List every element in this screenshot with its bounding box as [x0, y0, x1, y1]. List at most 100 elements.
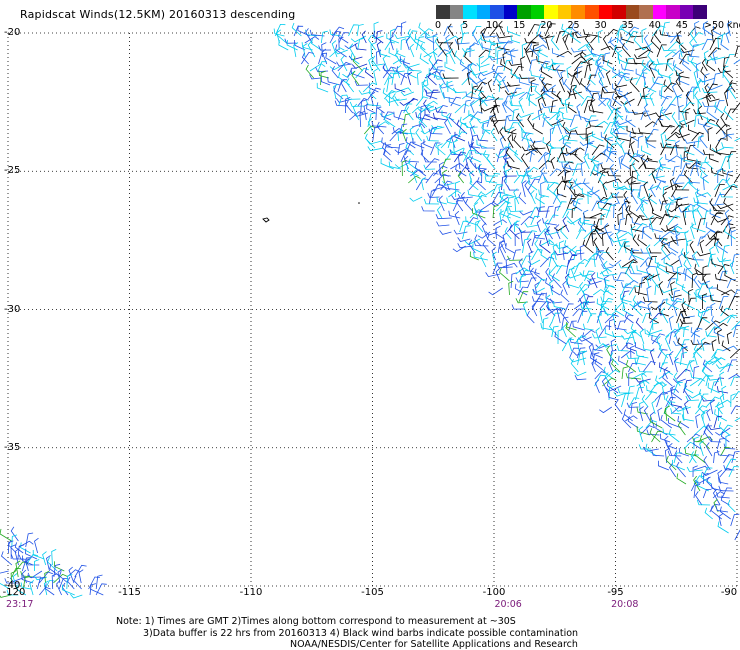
wind-barb	[529, 59, 537, 72]
wind-barb	[482, 239, 490, 254]
wind-barb	[671, 178, 685, 184]
wind-barb	[628, 184, 641, 191]
wind-barb	[453, 229, 468, 235]
wind-barb	[641, 394, 649, 408]
wind-barb	[709, 55, 726, 61]
wind-barb	[664, 334, 672, 352]
wind-barb	[730, 405, 740, 415]
wind-barb	[706, 408, 711, 422]
wind-barb	[363, 103, 369, 121]
wind-barb	[719, 371, 725, 387]
wind-barb	[495, 153, 509, 159]
wind-barb	[641, 145, 652, 156]
wind-barb	[539, 240, 551, 254]
wind-barb	[511, 304, 525, 310]
wind-barb	[504, 114, 512, 128]
wind-barb	[540, 167, 549, 184]
wind-barb	[404, 155, 409, 170]
wind-barb	[444, 118, 451, 135]
wind-barb	[660, 106, 671, 121]
wind-barb	[580, 161, 586, 177]
wind-barb	[457, 237, 471, 242]
wind-barb	[499, 267, 510, 282]
wind-barb	[479, 202, 496, 212]
wind-barb	[631, 159, 640, 177]
wind-barb	[488, 287, 503, 296]
wind-barb	[697, 108, 711, 121]
wind-barb	[684, 251, 692, 268]
wind-barb	[539, 47, 548, 58]
wind-barb	[575, 129, 587, 135]
wind-barb	[721, 142, 734, 149]
wind-barb	[606, 178, 622, 184]
wind-barb	[632, 234, 640, 247]
wind-barb	[630, 140, 635, 156]
wind-barb	[70, 593, 83, 599]
wind-barb	[701, 230, 716, 240]
wind-barb	[446, 51, 452, 65]
wind-barb	[600, 45, 614, 51]
wind-barb	[454, 50, 465, 65]
wind-barb	[699, 239, 705, 254]
wind-barb	[579, 244, 585, 261]
wind-barb	[690, 372, 702, 380]
wind-barb	[616, 272, 627, 282]
wind-barb	[59, 571, 69, 584]
wind-barb	[78, 569, 84, 584]
wind-barb	[614, 82, 628, 88]
wind-barb	[714, 100, 725, 114]
wind-barb	[725, 54, 735, 65]
wind-barb	[346, 94, 361, 100]
wind-barb	[368, 56, 373, 72]
wind-barb	[597, 171, 609, 184]
wind-barb	[599, 406, 613, 414]
wind-barb	[628, 136, 636, 149]
wind-barb	[462, 149, 475, 163]
wind-barb	[716, 284, 730, 296]
wind-barb	[614, 323, 627, 331]
wind-barb	[730, 393, 736, 408]
wind-barb	[480, 129, 491, 142]
wind-barb	[704, 73, 710, 86]
wind-barb	[380, 158, 394, 170]
wind-barb	[629, 77, 640, 93]
wind-barb	[661, 21, 670, 37]
wind-barb	[557, 201, 567, 212]
wind-barb	[625, 26, 640, 37]
wind-barb	[644, 328, 658, 338]
wind-barb	[693, 330, 700, 345]
wind-barb	[579, 271, 592, 277]
wind-barb	[468, 180, 482, 191]
wind-barb	[628, 371, 634, 387]
wind-barb	[643, 273, 660, 281]
wind-barb	[671, 185, 683, 198]
wind-barb	[464, 51, 473, 65]
wind-barb	[591, 186, 600, 198]
wind-barb	[646, 285, 652, 303]
wind-barb	[728, 295, 740, 310]
wind-map[interactable]	[0, 0, 740, 650]
wind-barb	[409, 43, 415, 58]
wind-barb	[729, 348, 740, 359]
wind-barb	[574, 375, 587, 381]
wind-barb	[455, 197, 464, 212]
wind-barb	[527, 238, 533, 254]
wind-barb	[614, 399, 623, 415]
wind-barb	[454, 210, 460, 226]
wind-barb	[682, 58, 692, 72]
wind-barb	[493, 219, 507, 226]
wind-barb	[372, 126, 380, 142]
wind-barb	[625, 213, 632, 226]
wind-barb	[705, 442, 713, 457]
orbit-time-label: 20:06	[494, 599, 522, 610]
wind-barb	[382, 66, 396, 79]
wind-barb	[512, 108, 519, 121]
wind-barb	[638, 127, 653, 135]
wind-barb	[685, 108, 691, 121]
latitude-tick-label: -35	[4, 441, 21, 453]
wind-barb	[406, 97, 419, 107]
wind-barb	[528, 93, 535, 107]
wind-barb	[617, 231, 633, 240]
wind-barb	[538, 60, 551, 72]
wind-barb	[730, 229, 736, 247]
